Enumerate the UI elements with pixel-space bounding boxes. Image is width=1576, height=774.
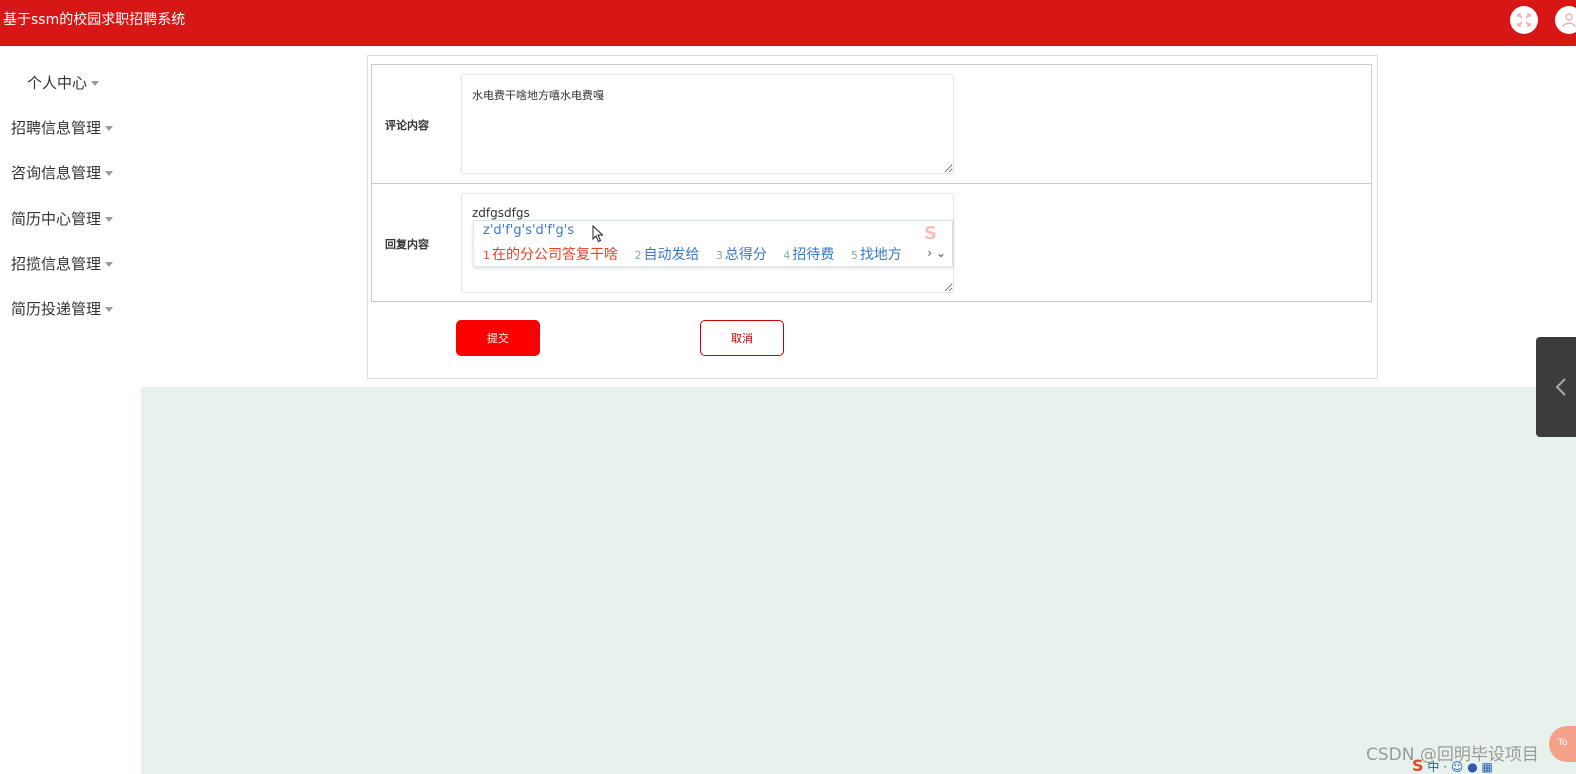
sidebar-item-personal-center[interactable]: 个人中心 <box>27 72 100 94</box>
cancel-button[interactable]: 取消 <box>700 320 784 356</box>
fullscreen-button[interactable] <box>1510 6 1538 34</box>
ime-candidate-popup: z'd'f'g's'd'f'g's S 1 在的分公司答复干啥 2 自动发给 3 总得… <box>473 220 953 267</box>
caret-down-icon <box>91 81 100 86</box>
sidebar-item-label: 咨询信息管理 <box>11 164 102 182</box>
sidebar-item-recruitment-info[interactable]: 招聘信息管理 <box>11 117 114 139</box>
sidebar-item-solicit-info[interactable]: 招揽信息管理 <box>11 253 114 275</box>
side-panel-toggle[interactable] <box>1536 337 1576 437</box>
sidebar-item-label: 简历投递管理 <box>11 300 102 318</box>
comment-textarea[interactable]: 水电费干啥地方嘻水电费嘎 <box>461 74 954 174</box>
user-icon <box>1562 13 1576 28</box>
emoji-icon[interactable]: ☺ <box>1451 760 1464 774</box>
chevron-down-icon[interactable]: ⌄ <box>936 246 946 260</box>
microphone-icon[interactable]: ● <box>1467 760 1477 774</box>
content-background <box>141 387 1576 774</box>
ime-candidate[interactable]: 4 招待费 <box>783 244 834 264</box>
ime-toolbar: S 中 · ☺ ● ▦ <box>1412 756 1576 774</box>
caret-down-icon <box>105 126 114 131</box>
ime-candidate[interactable]: 5 找地方 <box>851 244 902 264</box>
chevron-left-icon <box>1555 378 1566 396</box>
ime-candidate[interactable]: 3 总得分 <box>716 244 767 264</box>
app-title: 基于ssm的校园求职招聘系统 <box>3 12 186 28</box>
ime-mode-indicator[interactable]: 中 <box>1427 760 1439 774</box>
caret-down-icon <box>105 217 114 222</box>
ime-logo: S <box>924 223 937 244</box>
mouse-cursor-icon <box>592 225 604 243</box>
user-avatar-button[interactable] <box>1555 6 1576 34</box>
app-header: 基于ssm的校园求职招聘系统 <box>0 0 1576 46</box>
ime-candidate[interactable]: 1 在的分公司答复干啥 <box>483 244 618 264</box>
sidebar-item-label: 个人中心 <box>27 74 88 92</box>
caret-down-icon <box>105 262 114 267</box>
ime-candidate-list: 1 在的分公司答复干啥 2 自动发给 3 总得分 4 招待费 5 找地方 <box>483 244 914 264</box>
sogou-logo-icon: S <box>1412 756 1424 774</box>
ime-candidate[interactable]: 2 自动发给 <box>634 244 699 264</box>
chevron-right-icon[interactable]: › <box>927 246 932 260</box>
keyboard-icon[interactable]: ▦ <box>1482 760 1493 774</box>
reply-label: 回复内容 <box>385 238 429 251</box>
sidebar-item-label: 招揽信息管理 <box>11 255 102 273</box>
fullscreen-icon <box>1517 13 1531 27</box>
ime-page-controls[interactable]: › ⌄ <box>927 246 946 260</box>
sidebar-item-consult-info[interactable]: 咨询信息管理 <box>11 162 114 184</box>
sidebar-item-resume-delivery[interactable]: 简历投递管理 <box>11 298 114 320</box>
punctuation-icon[interactable]: · <box>1443 760 1447 774</box>
caret-down-icon <box>105 171 114 176</box>
comment-label: 评论内容 <box>385 119 429 132</box>
caret-down-icon <box>105 307 114 312</box>
sidebar-item-label: 简历中心管理 <box>11 210 102 228</box>
sidebar-item-resume-center[interactable]: 简历中心管理 <box>11 208 114 230</box>
sidebar: 个人中心 招聘信息管理 咨询信息管理 简历中心管理 招揽信息管理 简历投递管理 <box>0 46 141 774</box>
submit-button[interactable]: 提交 <box>456 320 540 356</box>
sidebar-item-label: 招聘信息管理 <box>11 119 102 137</box>
ime-composition: z'd'f'g's'd'f'g's <box>483 223 575 238</box>
